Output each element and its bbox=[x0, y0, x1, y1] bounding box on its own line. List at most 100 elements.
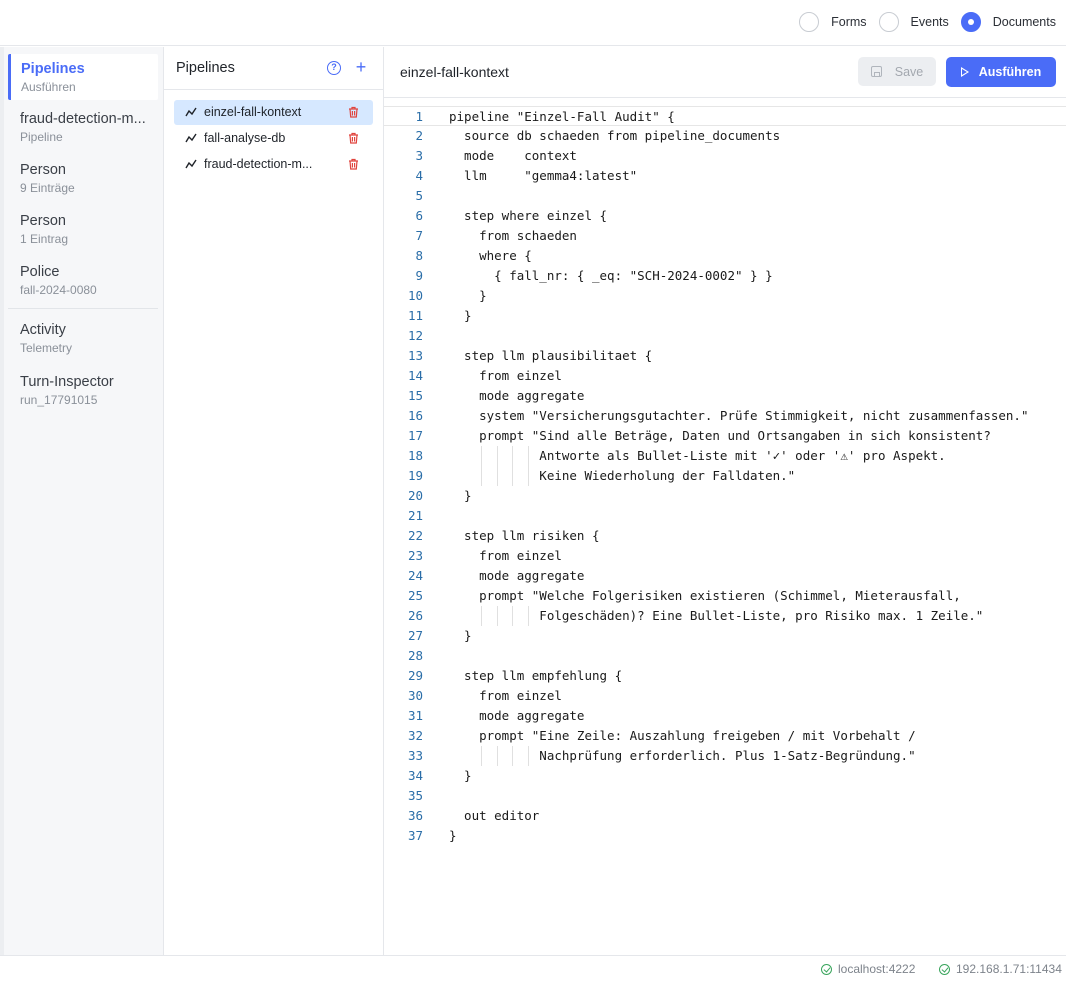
nav-item-title: fraud-detection-m... bbox=[20, 111, 146, 127]
radio-circle-icon[interactable] bbox=[878, 12, 899, 32]
radio-circle-icon[interactable] bbox=[799, 12, 820, 32]
pipeline-item-einzel-fall-kontext[interactable]: einzel-fall-kontext bbox=[174, 100, 373, 125]
code-text: system "Versicherungsgutachter. Prüfe St… bbox=[449, 408, 1029, 423]
nav-item-subtitle: 9 Einträge bbox=[20, 181, 75, 195]
line-number: 10 bbox=[407, 288, 423, 303]
indent-guide bbox=[512, 466, 514, 486]
code-line[interactable]: 21 bbox=[384, 506, 1066, 526]
line-number: 13 bbox=[407, 348, 423, 363]
code-text: prompt "Eine Zeile: Auszahlung freigeben… bbox=[449, 728, 916, 743]
indent-guide bbox=[496, 466, 498, 486]
code-line[interactable]: 17 prompt "Sind alle Beträge, Daten und … bbox=[384, 426, 1066, 446]
line-number: 19 bbox=[407, 468, 423, 483]
code-line[interactable]: 34 } bbox=[384, 766, 1066, 786]
code-line[interactable]: 4 llm "gemma4:latest" bbox=[384, 166, 1066, 186]
nav-item-activity[interactable]: Activity Telemetry bbox=[8, 321, 158, 356]
add-pipeline-icon[interactable]: + bbox=[354, 57, 368, 77]
nav-item-police[interactable]: Police fall-2024-0080 bbox=[8, 263, 158, 298]
code-line[interactable]: 15 mode aggregate bbox=[384, 386, 1066, 406]
help-icon[interactable]: ? bbox=[327, 61, 341, 75]
code-editor[interactable]: 1 pipeline "Einzel-Fall Audit" { 2 source … bbox=[384, 106, 1066, 906]
code-line[interactable]: 14 from einzel bbox=[384, 366, 1066, 386]
code-line[interactable]: 13 step llm plausibilitaet { bbox=[384, 346, 1066, 366]
code-line[interactable]: 22 step llm risiken { bbox=[384, 526, 1066, 546]
nav-item-subtitle: Pipeline bbox=[20, 130, 63, 144]
code-text: from einzel bbox=[449, 548, 562, 563]
code-line[interactable]: 11 } bbox=[384, 306, 1066, 326]
pipelines-panel-header: Pipelines ? + bbox=[164, 47, 383, 90]
nav-item-person-9[interactable]: Person 9 Einträge bbox=[8, 161, 158, 196]
trash-icon[interactable] bbox=[348, 132, 359, 144]
status-text: 192.168.1.71:11434 bbox=[956, 962, 1062, 976]
line-number: 36 bbox=[407, 808, 423, 823]
radio-documents[interactable]: Documents bbox=[960, 12, 1056, 32]
pipeline-item-fraud-detection[interactable]: fraud-detection-m... bbox=[174, 152, 373, 177]
code-line[interactable]: 18 Antworte als Bullet-Liste mit '✓' ode… bbox=[384, 446, 1066, 466]
connected-check-icon bbox=[821, 963, 832, 975]
line-number: 37 bbox=[407, 828, 423, 843]
radio-events[interactable]: Events bbox=[878, 12, 949, 32]
code-line[interactable]: 30 from einzel bbox=[384, 686, 1066, 706]
status-text: localhost:4222 bbox=[838, 962, 916, 976]
code-text: { fall_nr: { _eq: "SCH-2024-0002" } } bbox=[449, 268, 773, 283]
status-nats: localhost:4222 bbox=[821, 962, 915, 976]
code-line[interactable]: 1 pipeline "Einzel-Fall Audit" { bbox=[384, 106, 1066, 126]
source-type-radio-group: Forms Events Documents bbox=[787, 12, 1056, 32]
code-line[interactable]: 35 bbox=[384, 786, 1066, 806]
code-text: step where einzel { bbox=[449, 208, 608, 223]
code-line[interactable]: 10 } bbox=[384, 286, 1066, 306]
code-line[interactable]: 5 bbox=[384, 186, 1066, 206]
nav-item-subtitle: fall-2024-0080 bbox=[20, 283, 97, 297]
line-number: 22 bbox=[407, 528, 423, 543]
save-button[interactable]: Save bbox=[858, 57, 936, 86]
code-line[interactable]: 7 from schaeden bbox=[384, 226, 1066, 246]
editor-title: einzel-fall-kontext bbox=[400, 64, 509, 80]
line-number: 4 bbox=[415, 168, 423, 183]
code-line[interactable]: 12 bbox=[384, 326, 1066, 346]
run-button[interactable]: Ausführen bbox=[946, 57, 1056, 87]
code-text: } bbox=[449, 488, 472, 503]
code-line[interactable]: 24 mode aggregate bbox=[384, 566, 1066, 586]
nav-item-subtitle: Telemetry bbox=[20, 341, 73, 355]
trash-icon[interactable] bbox=[348, 106, 359, 118]
code-line[interactable]: 27 } bbox=[384, 626, 1066, 646]
code-line[interactable]: 32 prompt "Eine Zeile: Auszahlung freige… bbox=[384, 726, 1066, 746]
nav-item-turn-inspector[interactable]: Turn-Inspector run_17791015 bbox=[8, 373, 158, 408]
radio-selected-icon[interactable] bbox=[960, 12, 981, 32]
code-line[interactable]: 26 Folgeschäden)? Eine Bullet-Liste, pro… bbox=[384, 606, 1066, 626]
nav-item-pipelines[interactable]: Pipelines Ausführen bbox=[8, 54, 158, 100]
line-number: 1 bbox=[415, 109, 423, 124]
code-line[interactable]: 31 mode aggregate bbox=[384, 706, 1066, 726]
line-number: 26 bbox=[407, 608, 423, 623]
code-line[interactable]: 36 out editor bbox=[384, 806, 1066, 826]
code-line[interactable]: 16 system "Versicherungsgutachter. Prüfe… bbox=[384, 406, 1066, 426]
nav-item-fraud-detection[interactable]: fraud-detection-m... Pipeline bbox=[8, 110, 158, 145]
code-line[interactable]: 3 mode context bbox=[384, 146, 1066, 166]
code-line[interactable]: 25 prompt "Welche Folgerisiken existiere… bbox=[384, 586, 1066, 606]
pipeline-item-fall-analyse-db[interactable]: fall-analyse-db bbox=[174, 126, 373, 151]
code-line[interactable]: 2 source db schaeden from pipeline_docum… bbox=[384, 126, 1066, 146]
radio-forms[interactable]: Forms bbox=[799, 12, 867, 32]
line-number: 2 bbox=[415, 128, 423, 143]
code-line[interactable]: 29 step llm empfehlung { bbox=[384, 666, 1066, 686]
save-icon bbox=[870, 66, 882, 77]
code-text: prompt "Sind alle Beträge, Daten und Ort… bbox=[449, 428, 991, 443]
code-text: } bbox=[449, 288, 487, 303]
code-line[interactable]: 6 step where einzel { bbox=[384, 206, 1066, 226]
code-line[interactable]: 8 where { bbox=[384, 246, 1066, 266]
indent-guide bbox=[512, 446, 514, 466]
pipelines-panel-title: Pipelines bbox=[176, 60, 235, 76]
code-line[interactable]: 23 from einzel bbox=[384, 546, 1066, 566]
code-line[interactable]: 19 Keine Wiederholung der Falldaten." bbox=[384, 466, 1066, 486]
code-line[interactable]: 37} bbox=[384, 826, 1066, 846]
code-text: pipeline "Einzel-Fall Audit" { bbox=[449, 109, 675, 124]
code-line[interactable]: 33 Nachprüfung erforderlich. Plus 1-Satz… bbox=[384, 746, 1066, 766]
line-number: 17 bbox=[407, 428, 423, 443]
trash-icon[interactable] bbox=[348, 158, 359, 170]
trend-icon bbox=[185, 133, 197, 143]
nav-item-person-1[interactable]: Person 1 Eintrag bbox=[8, 212, 158, 247]
code-line[interactable]: 28 bbox=[384, 646, 1066, 666]
nav-item-title: Activity bbox=[20, 322, 66, 338]
code-line[interactable]: 9 { fall_nr: { _eq: "SCH-2024-0002" } } bbox=[384, 266, 1066, 286]
code-line[interactable]: 20 } bbox=[384, 486, 1066, 506]
